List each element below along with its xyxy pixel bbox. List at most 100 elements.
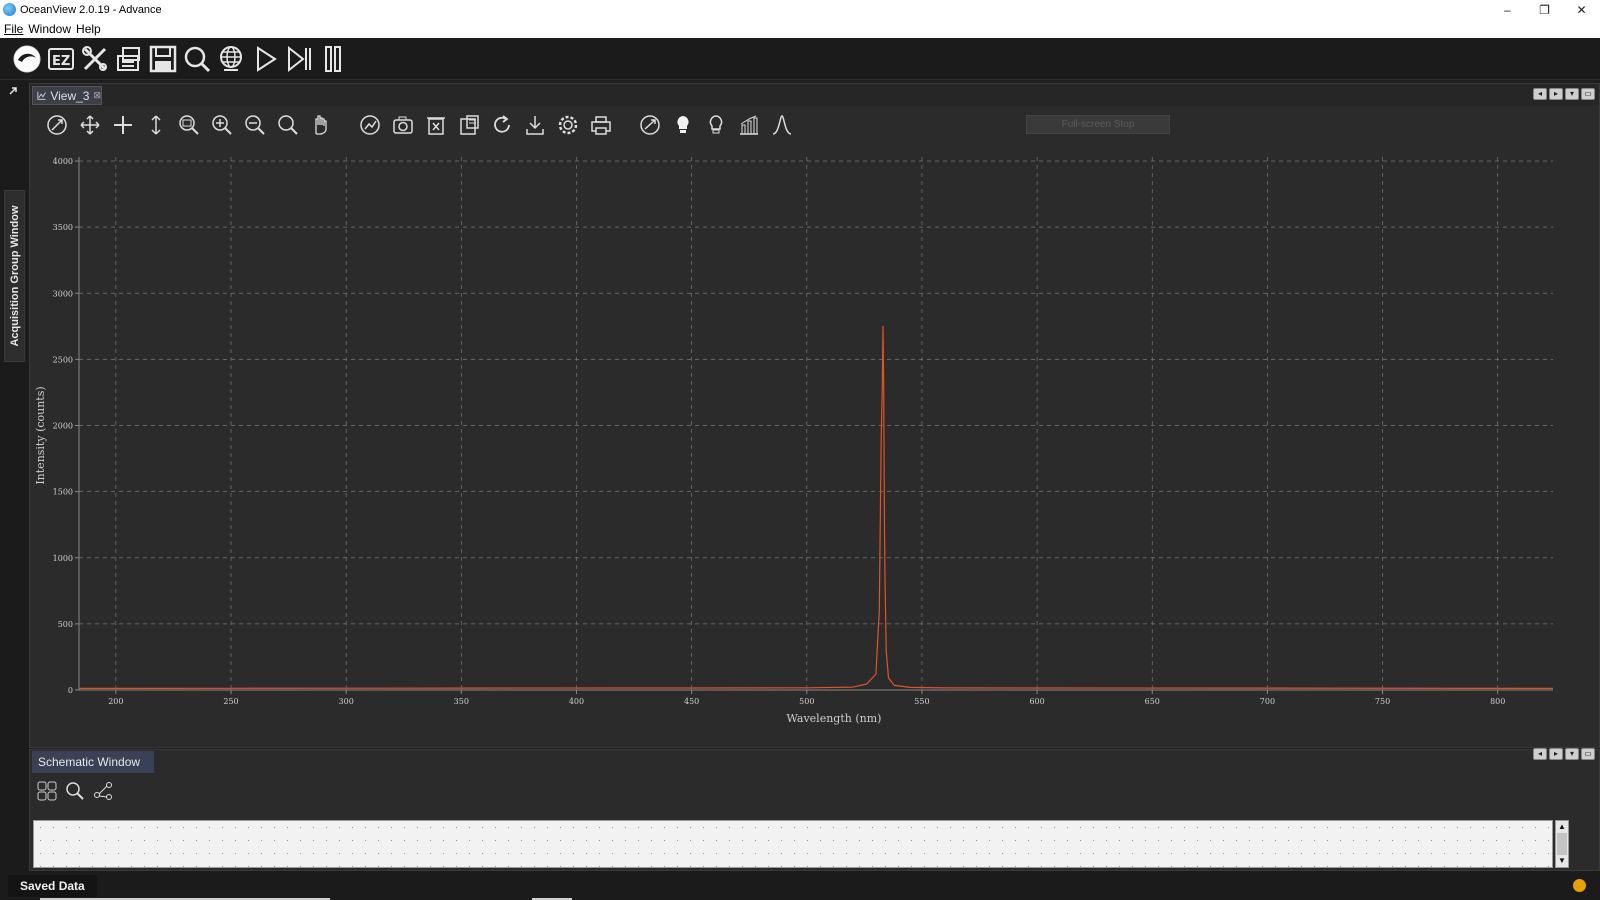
panel-right-icon[interactable]: ▸ — [1549, 88, 1563, 100]
vertical-scale-icon[interactable] — [139, 110, 172, 140]
crosshair-icon[interactable] — [106, 110, 139, 140]
clipboard-icon[interactable] — [452, 110, 485, 140]
window-title: OceanView 2.0.19 - Advance — [20, 3, 162, 16]
menu-file[interactable]: File — [4, 22, 23, 36]
acquisition-group-window-tab[interactable]: Acquisition Group Window — [4, 190, 25, 362]
left-sidebar: Acquisition Group Window — [0, 80, 29, 900]
lamp-on-icon[interactable] — [666, 110, 699, 140]
download-icon[interactable] — [518, 110, 551, 140]
x-tick-label: 200 — [108, 697, 123, 706]
print-icon[interactable] — [584, 110, 617, 140]
x-tick-label: 300 — [339, 697, 354, 706]
close-tab-icon[interactable]: ⊠ — [93, 90, 101, 101]
lamp-off-icon[interactable] — [699, 110, 732, 140]
panel-left-icon[interactable]: ◂ — [1533, 748, 1547, 760]
panel-right-icon[interactable]: ▸ — [1549, 748, 1563, 760]
x-tick-label: 600 — [1029, 697, 1044, 706]
search-icon[interactable] — [62, 778, 88, 804]
y-tick-label: 2000 — [53, 422, 73, 431]
zoom-area-icon[interactable] — [172, 110, 205, 140]
scroll-down-icon[interactable]: ▼ — [1556, 856, 1568, 866]
schematic-panel: Schematic Window ◂ ▸ ▾ ▭ ▲ ▼ — [29, 748, 1600, 871]
grid-layout-icon[interactable] — [34, 778, 60, 804]
save-icon[interactable] — [146, 42, 180, 76]
scroll-thumb[interactable] — [1557, 833, 1567, 855]
minimize-button[interactable]: – — [1489, 0, 1526, 19]
y-tick-label: 2500 — [53, 355, 73, 364]
zoom-in-icon[interactable] — [205, 110, 238, 140]
y-tick-label: 1500 — [53, 488, 73, 497]
y-tick-label: 1000 — [53, 554, 73, 563]
view-panel: View_3 ⊠ ◂ ▸ ▾ ▭ Full-screen Stop 200 25… — [29, 83, 1600, 748]
connections-icon[interactable] — [90, 778, 116, 804]
step-icon[interactable] — [282, 42, 316, 76]
graph-icon — [37, 91, 46, 100]
menu-window[interactable]: Window — [28, 22, 71, 36]
x-tick-label: 800 — [1490, 697, 1505, 706]
title-bar: OceanView 2.0.19 - Advance – ❐ ✕ — [0, 0, 1600, 19]
schematic-scrollbar[interactable]: ▲ ▼ — [1555, 820, 1569, 868]
close-button[interactable]: ✕ — [1563, 0, 1600, 19]
tab-view-3[interactable]: View_3 ⊠ — [32, 86, 102, 105]
fullscreen-stop-button[interactable]: Full-screen Stop — [1026, 115, 1170, 134]
graph-toolbar — [30, 108, 1599, 142]
svg-text:EZ: EZ — [52, 54, 70, 69]
refresh-icon[interactable] — [485, 110, 518, 140]
camera-icon[interactable] — [386, 110, 419, 140]
x-tick-label: 350 — [454, 697, 469, 706]
x-tick-label: 450 — [684, 697, 699, 706]
zoom-reset-icon[interactable] — [271, 110, 304, 140]
zoom-out-icon[interactable] — [238, 110, 271, 140]
pause-icon[interactable] — [316, 42, 350, 76]
export-icon[interactable] — [112, 42, 146, 76]
panel-left-icon[interactable]: ◂ — [1533, 88, 1547, 100]
plot-area — [79, 157, 1553, 690]
panel-menu-icon[interactable]: ▾ — [1565, 88, 1579, 100]
schematic-panel-controls: ◂ ▸ ▾ ▭ — [1533, 748, 1595, 760]
x-tick-label: 250 — [223, 697, 238, 706]
x-tick-label: 650 — [1145, 697, 1160, 706]
acquisition-group-window-label: Acquisition Group Window — [8, 205, 21, 347]
ez-icon[interactable]: EZ — [44, 42, 78, 76]
play-icon[interactable] — [248, 42, 282, 76]
peak-icon[interactable] — [765, 110, 798, 140]
reference-icon[interactable] — [633, 110, 666, 140]
menu-help[interactable]: Help — [76, 22, 101, 36]
search-icon[interactable] — [180, 42, 214, 76]
settings-icon[interactable] — [551, 110, 584, 140]
schematic-canvas[interactable] — [33, 820, 1553, 868]
y-tick-label: 500 — [58, 620, 73, 629]
sidebar-toggle-icon[interactable] — [8, 86, 20, 96]
hand-icon[interactable] — [304, 110, 337, 140]
y-axis-label: Intensity (counts) — [34, 386, 47, 484]
y-tick-label: 0 — [68, 686, 73, 695]
saved-data-tab[interactable]: Saved Data — [8, 875, 97, 897]
oceanview-logo-icon[interactable] — [10, 42, 44, 76]
main-toolbar: EZ — [0, 38, 1600, 80]
delete-icon[interactable] — [419, 110, 452, 140]
x-tick-label: 700 — [1260, 697, 1275, 706]
x-tick-label: 500 — [799, 697, 814, 706]
schematic-toolbar — [34, 778, 116, 804]
panel-menu-icon[interactable]: ▾ — [1565, 748, 1579, 760]
tools-icon[interactable] — [78, 42, 112, 76]
pan-icon[interactable] — [73, 110, 106, 140]
view-panel-controls: ◂ ▸ ▾ ▭ — [1533, 88, 1595, 100]
status-bar: Saved Data — [0, 871, 1600, 900]
status-indicator — [1573, 879, 1586, 892]
scroll-up-icon[interactable]: ▲ — [1556, 822, 1568, 832]
auto-scale-icon[interactable] — [40, 110, 73, 140]
panel-maximize-icon[interactable]: ▭ — [1581, 88, 1595, 100]
x-tick-label: 550 — [914, 697, 929, 706]
x-tick-label: 750 — [1375, 697, 1390, 706]
restore-button[interactable]: ❐ — [1526, 0, 1563, 19]
spectrum-chart: 200 250 300 350 400 450 500 550 600 650 700 750 800 0… — [34, 157, 1554, 725]
oceanview-app-icon — [3, 3, 16, 16]
bar-chart-icon[interactable] — [732, 110, 765, 140]
overlay-icon[interactable] — [353, 110, 386, 140]
tab-schematic-window[interactable]: Schematic Window — [32, 751, 154, 773]
view-tab-label: View_3 — [50, 88, 90, 103]
panel-maximize-icon[interactable]: ▭ — [1581, 748, 1595, 760]
globe-icon[interactable] — [214, 42, 248, 76]
x-tick-label: 400 — [569, 697, 584, 706]
